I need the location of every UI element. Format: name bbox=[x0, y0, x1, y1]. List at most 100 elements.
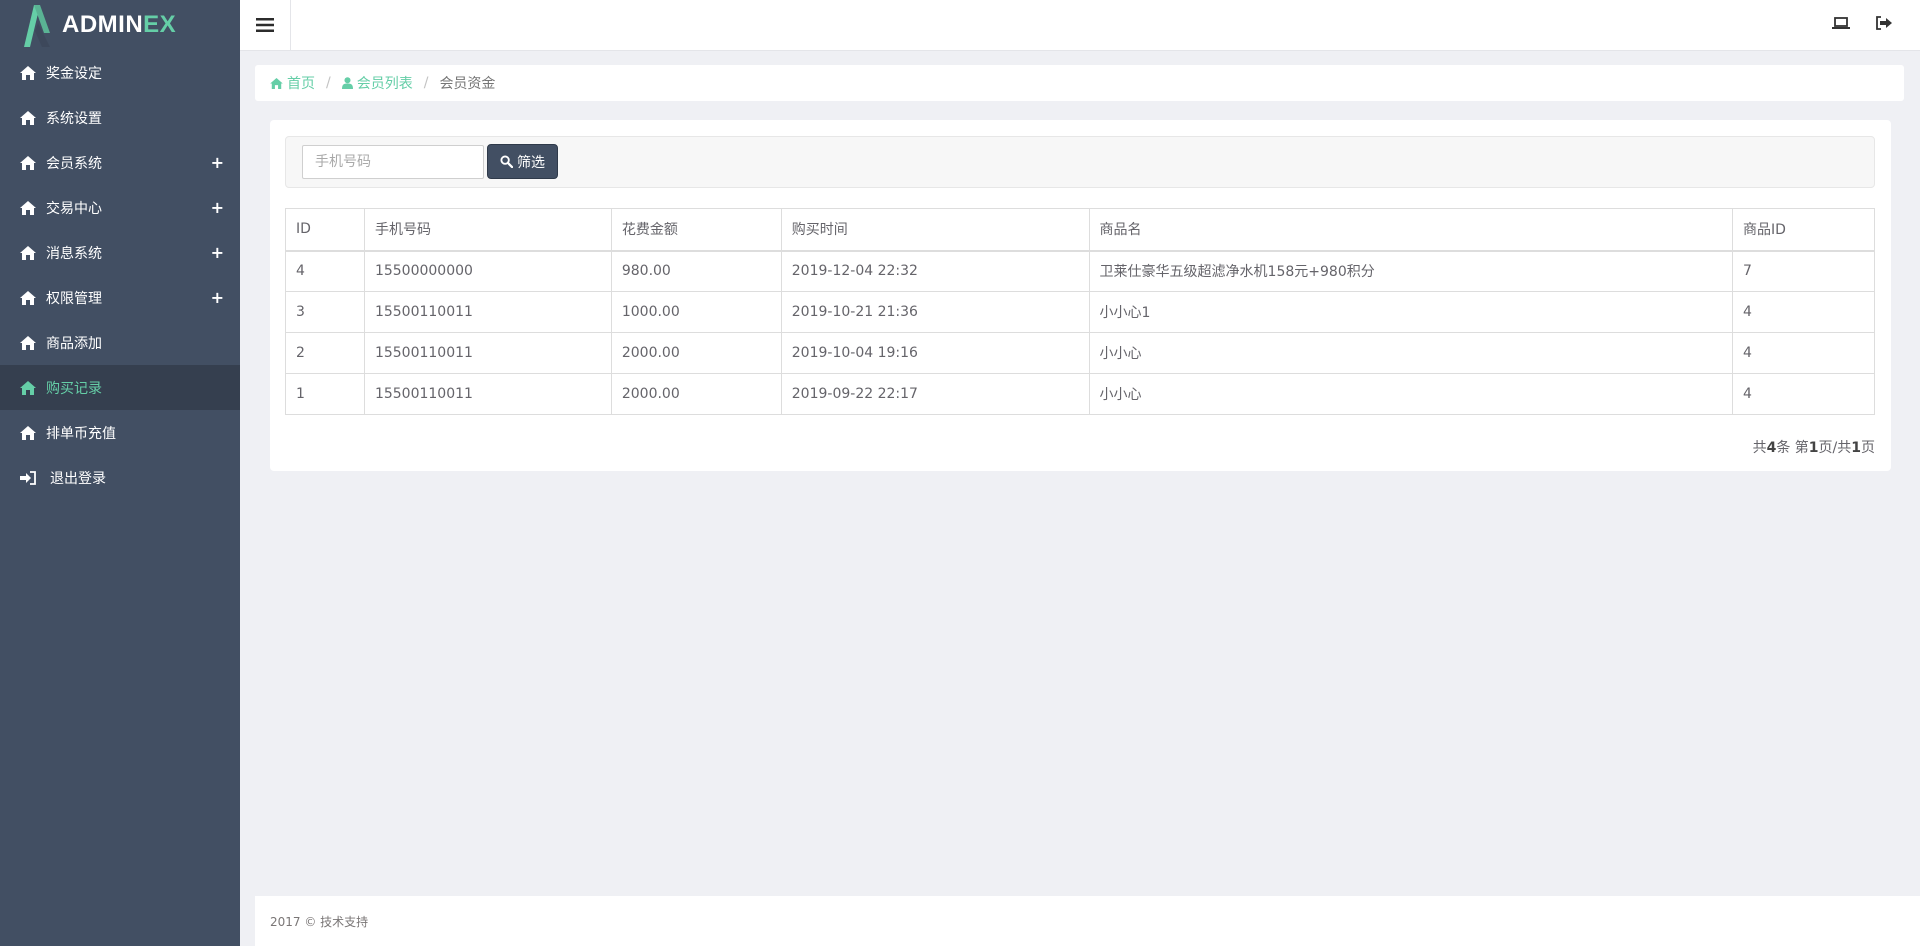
purchase-records-table: ID 手机号码 花费金额 购买时间 商品名 商品ID 4 15500000000 980.00… bbox=[285, 208, 1875, 415]
column-header: 手机号码 bbox=[363, 208, 612, 252]
column-header: 商品ID bbox=[1732, 208, 1875, 252]
table-row: 4 15500000000 980.00 2019-12-04 22:32 卫莱仕豪华五… bbox=[285, 250, 1875, 292]
home-icon bbox=[20, 110, 38, 125]
table-cell: 2019-09-22 22:17 bbox=[780, 373, 1090, 415]
sidebar-item-10[interactable]: 退出登录 bbox=[0, 455, 240, 500]
expand-plus-icon[interactable]: + bbox=[211, 243, 224, 262]
home-icon bbox=[20, 155, 38, 170]
breadcrumb-members-link[interactable]: 会员列表 bbox=[341, 73, 413, 93]
breadcrumb-members-label: 会员列表 bbox=[356, 76, 413, 92]
sidebar-item-7[interactable]: 商品添加 bbox=[0, 320, 240, 365]
sidebar-item-label: 权限管理 bbox=[46, 290, 102, 307]
table-cell: 4 bbox=[285, 250, 365, 292]
pagination-info: 共4条 第1页/共1页 bbox=[1752, 440, 1875, 456]
column-header: ID bbox=[285, 208, 365, 252]
content-panel: 筛选 ID手机号码花费金额购买时间商品名商品ID 415500000000980… bbox=[270, 120, 1891, 471]
filter-button-label: 筛选 bbox=[517, 154, 545, 171]
table-cell: 980.00 bbox=[610, 250, 782, 292]
sidebar-toggle-button[interactable] bbox=[240, 0, 291, 50]
current-page: 1 bbox=[1808, 440, 1819, 456]
logo-text: ADMINEX bbox=[62, 11, 177, 38]
table-header-row: ID 手机号码 花费金额 购买时间 商品名 商品ID bbox=[285, 208, 1875, 252]
sidebar-item-8[interactable]: 购买记录 bbox=[0, 365, 240, 410]
home-icon bbox=[20, 245, 38, 260]
home-icon bbox=[20, 290, 38, 305]
sidebar: ADMINEX 奖金设定 系统设置 会员系统 + 交易中心 + 消息系统 + 权限管理 + 商品添加… bbox=[0, 0, 240, 946]
table-cell: 2019-10-04 19:16 bbox=[780, 332, 1090, 374]
home-icon bbox=[20, 200, 38, 215]
filter-button[interactable]: 筛选 bbox=[487, 144, 558, 179]
hamburger-menu-icon bbox=[256, 18, 274, 32]
breadcrumb: 首页 / 会员列表 / 会员资金 bbox=[255, 65, 1904, 101]
footer: 2017 © 技术支持 bbox=[255, 896, 1920, 946]
sign-in-icon bbox=[20, 470, 38, 485]
table-cell: 2 bbox=[285, 332, 365, 374]
sidebar-item-label: 系统设置 bbox=[46, 110, 102, 127]
breadcrumb-separator: / bbox=[423, 75, 429, 91]
breadcrumb-home-link[interactable]: 首页 bbox=[270, 73, 315, 93]
home-icon bbox=[20, 425, 38, 440]
breadcrumb-home-label: 首页 bbox=[287, 76, 315, 92]
sidebar-item-5[interactable]: 消息系统 + bbox=[0, 230, 240, 275]
expand-plus-icon[interactable]: + bbox=[211, 198, 224, 217]
sidebar-item-9[interactable]: 排单币充值 bbox=[0, 410, 240, 455]
footer-text: 2017 © 技术支持 bbox=[270, 914, 369, 929]
total-pages: 1 bbox=[1851, 440, 1861, 456]
sidebar-item-3[interactable]: 会员系统 + bbox=[0, 140, 240, 185]
logo-mark-icon bbox=[24, 5, 50, 47]
column-header: 商品名 bbox=[1088, 208, 1734, 252]
table-cell: 4 bbox=[1732, 291, 1875, 333]
table-row: 3 15500110011 1000.00 2019-10-21 21:36 小小心1 4 bbox=[285, 291, 1875, 333]
table-cell: 1 bbox=[285, 373, 365, 415]
column-header: 购买时间 bbox=[780, 208, 1090, 252]
home-icon bbox=[20, 335, 38, 350]
table-cell: 2000.00 bbox=[610, 373, 782, 415]
table-cell: 2019-12-04 22:32 bbox=[780, 250, 1090, 292]
user-icon bbox=[341, 77, 353, 89]
expand-plus-icon[interactable]: + bbox=[211, 288, 224, 307]
phone-search-input[interactable] bbox=[302, 145, 484, 179]
home-icon bbox=[20, 380, 38, 395]
home-icon bbox=[270, 77, 283, 89]
sidebar-item-label: 购买记录 bbox=[46, 380, 102, 397]
sidebar-item-label: 退出登录 bbox=[50, 470, 106, 487]
breadcrumb-current: 会员资金 bbox=[439, 76, 496, 92]
logo[interactable]: ADMINEX bbox=[0, 0, 240, 50]
sidebar-item-2[interactable]: 系统设置 bbox=[0, 95, 240, 140]
column-header: 花费金额 bbox=[610, 208, 782, 252]
sidebar-item-6[interactable]: 权限管理 + bbox=[0, 275, 240, 320]
table-cell: 15500110011 bbox=[363, 373, 612, 415]
expand-plus-icon[interactable]: + bbox=[211, 153, 224, 172]
table-cell: 2000.00 bbox=[610, 332, 782, 374]
sidebar-item-label: 会员系统 bbox=[46, 155, 102, 172]
laptop-icon[interactable] bbox=[1832, 16, 1852, 34]
sidebar-item-1[interactable]: 奖金设定 bbox=[0, 50, 240, 95]
table-cell: 15500110011 bbox=[363, 291, 612, 333]
sidebar-nav: 奖金设定 系统设置 会员系统 + 交易中心 + 消息系统 + 权限管理 + 商品添加 购买记录 排单币充… bbox=[0, 50, 240, 500]
breadcrumb-separator: / bbox=[326, 75, 331, 91]
filter-bar: 筛选 bbox=[285, 136, 1875, 188]
table-cell: 7 bbox=[1732, 250, 1875, 292]
sidebar-item-label: 奖金设定 bbox=[46, 65, 102, 82]
table-cell: 小小心1 bbox=[1088, 291, 1734, 333]
sidebar-item-4[interactable]: 交易中心 + bbox=[0, 185, 240, 230]
sidebar-item-label: 商品添加 bbox=[46, 335, 102, 352]
search-icon bbox=[500, 155, 513, 168]
table-cell: 小小心 bbox=[1088, 373, 1734, 415]
table-cell: 2019-10-21 21:36 bbox=[780, 291, 1090, 333]
top-header bbox=[240, 0, 1920, 51]
sidebar-item-label: 排单币充值 bbox=[46, 425, 116, 442]
table-row: 2 15500110011 2000.00 2019-10-04 19:16 小小心 4 bbox=[285, 332, 1875, 374]
table-cell: 4 bbox=[1732, 373, 1875, 415]
table-cell: 1000.00 bbox=[610, 291, 782, 333]
table-cell: 3 bbox=[285, 291, 365, 333]
home-icon bbox=[20, 65, 38, 80]
table-cell: 卫莱仕豪华五级超滤净水机158元+980积分 bbox=[1088, 250, 1734, 292]
table-cell: 小小心 bbox=[1088, 332, 1734, 374]
table-cell: 15500000000 bbox=[363, 250, 612, 292]
table-cell: 4 bbox=[1732, 332, 1875, 374]
table-row: 1 15500110011 2000.00 2019-09-22 22:17 小小心 4 bbox=[285, 373, 1875, 415]
sign-out-icon[interactable] bbox=[1876, 16, 1896, 34]
table-cell: 15500110011 bbox=[363, 332, 612, 374]
sidebar-item-label: 消息系统 bbox=[46, 245, 102, 262]
